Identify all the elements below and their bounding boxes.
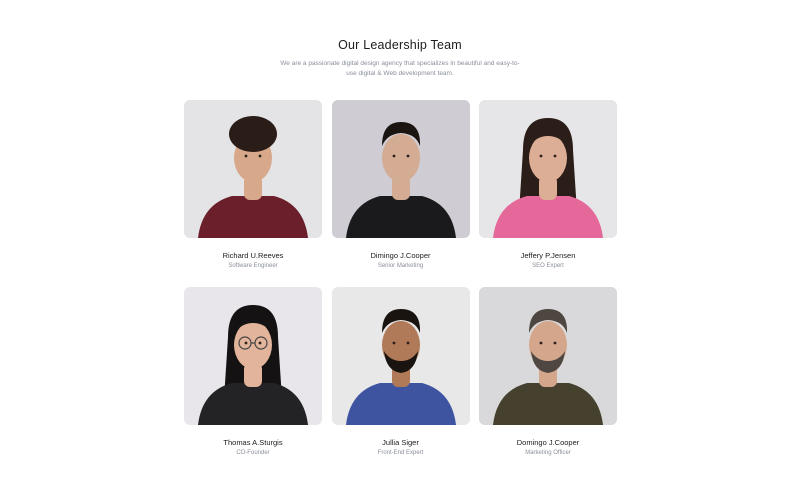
portrait-photo bbox=[479, 100, 617, 238]
section-title: Our Leadership Team bbox=[338, 38, 462, 52]
member-name: Richard U.Reeves bbox=[222, 251, 284, 260]
member-name: Dimingo J.Cooper bbox=[370, 251, 431, 260]
team-grid: Richard U.Reeves Software Engineer Dimin… bbox=[184, 100, 617, 474]
portrait-photo bbox=[184, 100, 322, 238]
member-role: Front-End Expert bbox=[377, 450, 424, 456]
member-name: Domingo J.Cooper bbox=[516, 438, 580, 447]
member-role: CO-Founder bbox=[236, 450, 270, 456]
portrait-photo bbox=[331, 100, 470, 238]
member-role: Software Engineer bbox=[228, 263, 278, 269]
team-card[interactable]: Thomas A.Sturgis CO-Founder bbox=[184, 287, 322, 474]
portrait-photo bbox=[184, 287, 322, 425]
member-role: Senior Marketing bbox=[377, 263, 424, 269]
member-role: Marketing Officer bbox=[525, 450, 571, 456]
team-card[interactable]: Jeffery P.Jensen SEO Expert bbox=[479, 100, 617, 287]
portrait-photo bbox=[331, 287, 470, 425]
team-card[interactable]: Jullia Siger Front-End Expert bbox=[331, 287, 470, 474]
team-card[interactable]: Dimingo J.Cooper Senior Marketing bbox=[331, 100, 470, 287]
member-role: SEO Expert bbox=[532, 263, 564, 269]
member-name: Thomas A.Sturgis bbox=[223, 438, 283, 447]
team-card[interactable]: Domingo J.Cooper Marketing Officer bbox=[479, 287, 617, 474]
member-name: Jullia Siger bbox=[382, 438, 419, 447]
leadership-team-section: Our Leadership Team We are a passionate … bbox=[0, 0, 800, 500]
section-subtitle: We are a passionate digital design agenc… bbox=[280, 60, 520, 77]
member-name: Jeffery P.Jensen bbox=[520, 251, 576, 260]
portrait-photo bbox=[479, 287, 617, 425]
team-card[interactable]: Richard U.Reeves Software Engineer bbox=[184, 100, 322, 287]
